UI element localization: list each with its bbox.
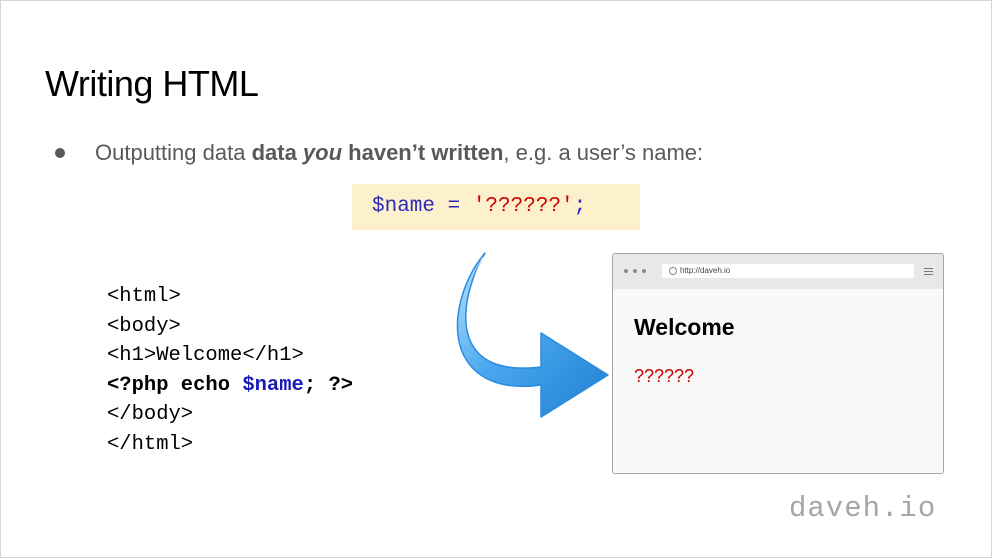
bullet-item: Outputting data data you haven’t written… (55, 140, 703, 166)
php-echo-start: <?php echo (107, 373, 243, 397)
bullet-dot (55, 148, 65, 158)
browser-toolbar: http://daveh.io (613, 254, 943, 289)
slide-title: Writing HTML (45, 63, 259, 104)
php-terminator: ; (573, 195, 587, 218)
arrow-icon (456, 252, 609, 418)
bullet-text: Outputting data data you haven’t written… (95, 140, 703, 166)
address-url: http://daveh.io (680, 266, 731, 275)
bullet-bold-italic: you (302, 140, 343, 165)
php-assignment-box: $name = '??????'; (352, 184, 640, 230)
watermark: daveh.io (789, 492, 937, 525)
address-bar[interactable]: http://daveh.io (662, 264, 914, 278)
code-line: </html> (107, 432, 194, 456)
code-line: <html> (107, 285, 181, 308)
php-echo-end: ; ?> (303, 373, 354, 397)
php-variable: $name (372, 195, 436, 218)
php-string: '??????' (472, 195, 574, 218)
bullet-bold-1: data (251, 140, 303, 165)
bullet-bold-2: haven’t written (342, 140, 504, 165)
slide: Writing HTML Outputting data data you ha… (0, 0, 992, 558)
url-icon (669, 267, 677, 275)
bullet-text-bold: data you haven’t written (252, 140, 504, 165)
page-output: ?????? (634, 366, 695, 386)
browser-window: http://daveh.io Welcome ?????? (612, 253, 944, 474)
bullet-text-after: , e.g. a user’s name: (503, 140, 704, 165)
window-dots (624, 269, 646, 273)
bullet-text-plain: Outputting data (95, 140, 252, 165)
html-code-block: <html> <body> <h1>Welcome</h1> <?php echo $… (107, 282, 353, 459)
menu-icon[interactable] (924, 268, 933, 275)
code-line-php: <?php echo $name; ?> (107, 371, 353, 401)
php-echo-variable: $name (242, 373, 304, 397)
page-heading: Welcome (634, 314, 735, 340)
code-line: </body> (107, 403, 194, 426)
code-line: <body> (107, 314, 181, 338)
php-operator: = (435, 195, 473, 218)
code-line: <h1>Welcome</h1> (107, 344, 304, 367)
